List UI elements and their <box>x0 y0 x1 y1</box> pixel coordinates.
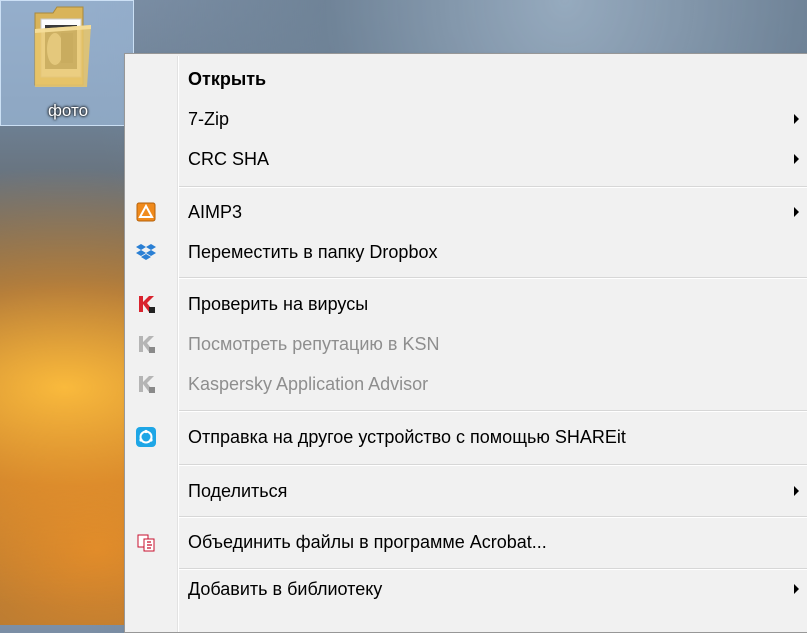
menu-separator <box>179 186 807 188</box>
submenu-arrow-icon <box>794 154 799 164</box>
menu-item-label: Проверить на вирусы <box>188 294 369 314</box>
menu-item-acrobat-combine[interactable]: Объединить файлы в программе Acrobat... <box>127 524 807 560</box>
submenu-arrow-icon <box>794 584 799 594</box>
menu-item-shareit[interactable]: Отправка на другое устройство с помощью … <box>127 419 807 455</box>
submenu-arrow-icon <box>794 114 799 124</box>
menu-item-dropbox[interactable]: Переместить в папку Dropbox <box>127 234 807 270</box>
menu-item-label: Отправка на другое устройство с помощью … <box>188 427 626 447</box>
kaspersky-icon <box>139 336 155 353</box>
menu-item-ksn-reputation[interactable]: Посмотреть репутацию в KSN <box>127 326 807 362</box>
menu-separator <box>179 516 807 518</box>
context-menu: Открыть 7-Zip CRC SHA AIMP3 Переместить … <box>124 53 807 633</box>
menu-item-label: Объединить файлы в программе Acrobat... <box>188 532 547 552</box>
dropbox-icon <box>136 244 156 260</box>
menu-item-open[interactable]: Открыть <box>127 61 807 97</box>
menu-item-label: Посмотреть репутацию в KSN <box>188 334 440 354</box>
menu-item-label: Kaspersky Application Advisor <box>188 374 429 394</box>
menu-item-label: Добавить в библиотеку <box>188 579 383 599</box>
menu-separator <box>179 464 807 466</box>
kaspersky-icon <box>139 376 155 393</box>
menu-item-label: CRC SHA <box>188 149 270 169</box>
menu-item-aimp3[interactable]: AIMP3 <box>127 194 807 230</box>
menu-item-label: Переместить в папку Dropbox <box>188 242 438 262</box>
menu-item-label: 7-Zip <box>188 109 230 129</box>
menu-item-7zip[interactable]: 7-Zip <box>127 101 807 137</box>
submenu-arrow-icon <box>794 207 799 217</box>
menu-item-share[interactable]: Поделиться <box>127 473 807 509</box>
folder-icon <box>34 6 91 87</box>
menu-item-label: Поделиться <box>188 481 288 501</box>
folder-label: фото <box>47 101 89 120</box>
acrobat-icon <box>137 534 155 552</box>
menu-item-label: AIMP3 <box>188 202 243 222</box>
submenu-arrow-icon <box>794 486 799 496</box>
menu-item-scan-viruses[interactable]: Проверить на вирусы <box>127 286 807 322</box>
shareit-icon <box>136 427 156 447</box>
menu-item-label: Открыть <box>188 69 267 89</box>
aimp-icon <box>136 202 156 222</box>
desktop-folder-foto[interactable]: фото <box>0 0 134 126</box>
menu-separator <box>179 410 807 412</box>
menu-item-crc-sha[interactable]: CRC SHA <box>127 141 807 177</box>
menu-item-add-to-library[interactable]: Добавить в библиотеку <box>127 571 807 607</box>
menu-item-kaspersky-advisor[interactable]: Kaspersky Application Advisor <box>127 366 807 402</box>
menu-separator <box>179 277 807 279</box>
menu-separator <box>179 568 807 570</box>
kaspersky-icon <box>139 296 155 313</box>
